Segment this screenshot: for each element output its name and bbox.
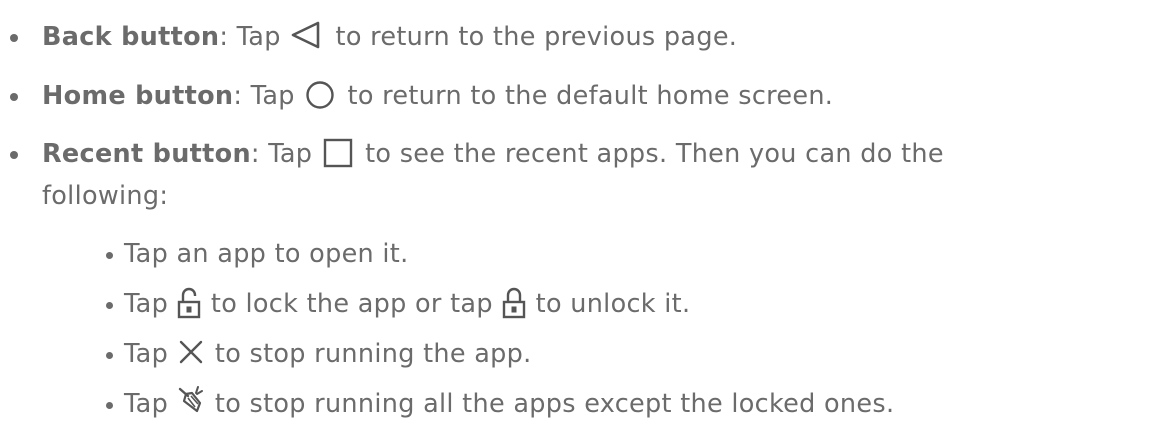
- bullet: [10, 151, 18, 159]
- locked-padlock-icon: [501, 281, 527, 327]
- bullet: [10, 93, 18, 101]
- list-item-back: Back button: Tap to return to the previo…: [10, 14, 737, 60]
- bullet: [106, 352, 113, 359]
- unlocked-padlock-icon: [176, 281, 202, 327]
- sub-item-stop-all: Tap to stop running all the apps except …: [106, 381, 894, 427]
- term-back-button: Back button: [42, 22, 220, 52]
- document-page: Back button: Tap to return to the previo…: [0, 0, 1173, 436]
- recent-square-icon: [321, 131, 355, 177]
- list-item-recent-continuation: following:: [42, 181, 169, 211]
- term-home-button: Home button: [42, 81, 234, 111]
- bullet: [106, 402, 113, 409]
- sub-item-open: Tap an app to open it.: [106, 231, 409, 277]
- bullet: [10, 34, 18, 42]
- broom-icon: [176, 381, 206, 427]
- sub-item-lock: Tap to lock the app or tap to unlock it.: [106, 281, 690, 327]
- back-triangle-icon: [289, 14, 323, 60]
- home-circle-icon: [303, 73, 337, 119]
- term-recent-button: Recent button: [42, 139, 251, 169]
- list-item-recent: Recent button: Tap to see the recent app…: [10, 131, 944, 177]
- bullet: [106, 302, 113, 309]
- sub-item-stop: Tap to stop running the app.: [106, 331, 532, 377]
- bullet: [106, 252, 113, 259]
- close-x-icon: [176, 331, 206, 377]
- list-item-home: Home button: Tap to return to the defaul…: [10, 73, 833, 119]
